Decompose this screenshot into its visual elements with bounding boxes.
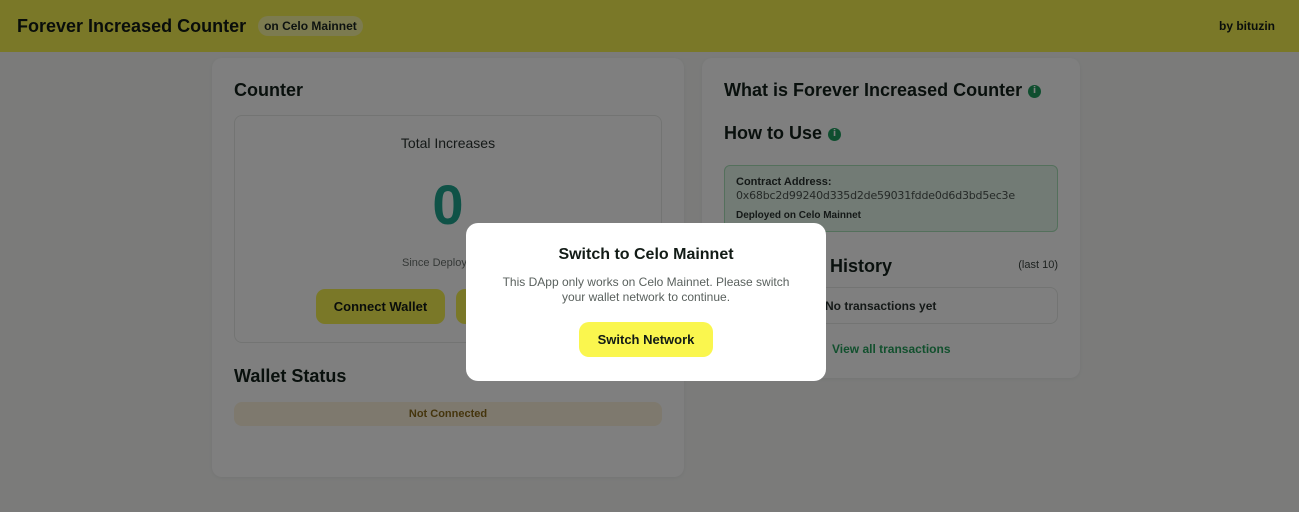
switch-network-button[interactable]: Switch Network	[579, 322, 713, 357]
modal-title: Switch to Celo Mainnet	[558, 246, 734, 263]
switch-network-modal: Switch to Celo Mainnet This DApp only wo…	[466, 223, 826, 381]
modal-message: This DApp only works on Celo Mainnet. Pl…	[502, 275, 790, 304]
